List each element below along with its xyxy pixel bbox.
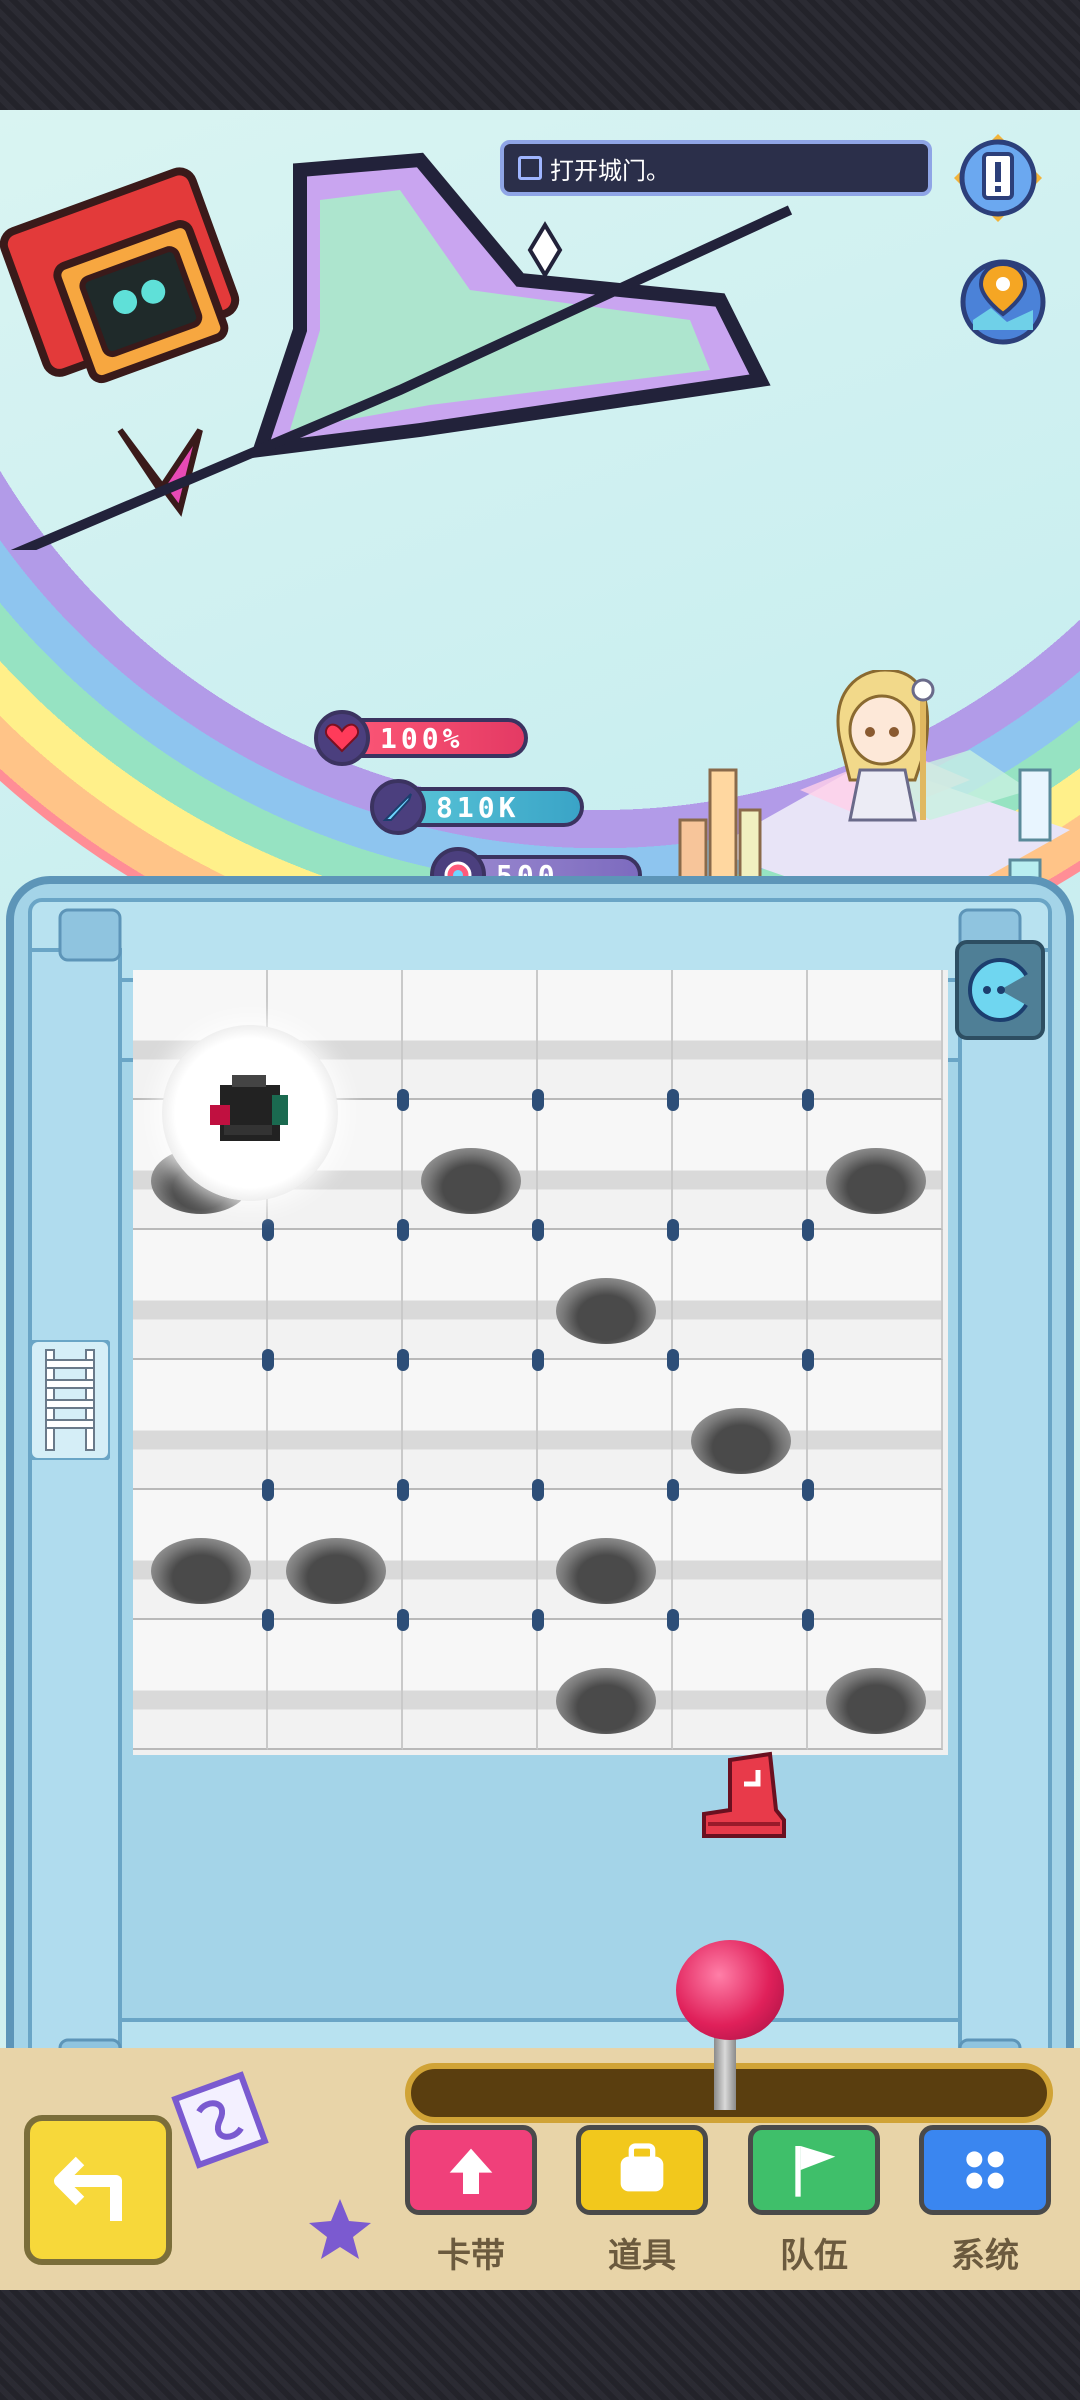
grid-marker <box>397 1349 409 1371</box>
menu-button-1[interactable] <box>576 2125 708 2215</box>
joystick-knob[interactable] <box>676 1940 784 2040</box>
chat-icon[interactable] <box>955 940 1045 1040</box>
grid-marker <box>532 1349 544 1371</box>
pit-hole <box>556 1278 656 1344</box>
pit-hole <box>556 1538 656 1604</box>
board-tile[interactable] <box>673 1100 808 1230</box>
menu-button-2[interactable] <box>748 2125 880 2215</box>
sword-icon <box>370 779 426 835</box>
navigation-bar <box>0 2290 1080 2400</box>
board-tile[interactable] <box>268 1230 403 1360</box>
board-tile[interactable] <box>673 1620 808 1750</box>
board-tile[interactable] <box>403 1490 538 1620</box>
menu-button-0[interactable] <box>405 2125 537 2215</box>
quest-text: 打开城门。 <box>550 156 670 185</box>
player-glitch-icon <box>210 1075 288 1141</box>
grid-icon <box>966 2151 1004 2189</box>
grid-marker <box>802 1219 814 1241</box>
grid-marker <box>397 1479 409 1501</box>
quest-banner[interactable]: 打开城门。 <box>500 140 932 196</box>
grid-marker <box>667 1479 679 1501</box>
hp-bar: 100% <box>314 710 528 766</box>
bag-icon <box>620 2143 664 2192</box>
ladder-icon[interactable] <box>30 1340 110 1460</box>
grid-marker <box>667 1609 679 1631</box>
heart-icon <box>314 710 370 766</box>
boot-icon[interactable] <box>700 1750 790 1840</box>
grid-marker <box>532 1479 544 1501</box>
board-tile[interactable] <box>808 1230 943 1360</box>
grid-marker <box>532 1219 544 1241</box>
quest-checkbox <box>518 156 542 180</box>
board-tile[interactable] <box>538 970 673 1100</box>
board-tile[interactable] <box>403 1360 538 1490</box>
grid-marker <box>667 1349 679 1371</box>
hp-value: 100% <box>380 721 464 755</box>
menu-button-3[interactable] <box>919 2125 1051 2215</box>
grid-marker <box>667 1089 679 1111</box>
board-tile[interactable] <box>673 1490 808 1620</box>
grid-marker <box>397 1219 409 1241</box>
pit-hole <box>826 1148 926 1214</box>
flag-icon <box>795 2146 836 2197</box>
board-tile[interactable] <box>538 1360 673 1490</box>
heroine-character <box>836 670 935 822</box>
attack-value: 810K <box>436 790 520 824</box>
grid-marker <box>667 1219 679 1241</box>
grid-marker <box>262 1349 274 1371</box>
back-arrow-icon <box>54 2156 122 2221</box>
grid-marker <box>262 1219 274 1241</box>
player-token[interactable] <box>162 1025 338 1201</box>
board-tile[interactable] <box>808 970 943 1100</box>
board-tile[interactable] <box>403 970 538 1100</box>
board-tile[interactable] <box>133 1620 268 1750</box>
grid-marker <box>397 1609 409 1631</box>
grid-marker <box>802 1349 814 1371</box>
board-tile[interactable] <box>403 1620 538 1750</box>
board-tile[interactable] <box>268 1620 403 1750</box>
pit-hole <box>286 1538 386 1604</box>
grid-marker <box>802 1479 814 1501</box>
pit-hole <box>826 1668 926 1734</box>
star-icon[interactable] <box>305 2195 375 2265</box>
board-tile[interactable] <box>808 1490 943 1620</box>
grid-marker <box>397 1089 409 1111</box>
board-tile[interactable] <box>403 1230 538 1360</box>
grid-marker <box>802 1089 814 1111</box>
grid-marker <box>532 1089 544 1111</box>
board-tile[interactable] <box>133 1360 268 1490</box>
menu-label: 道具 <box>608 2236 676 2276</box>
back-button[interactable] <box>24 2115 172 2265</box>
menu-label: 队伍 <box>780 2236 848 2276</box>
board-tile[interactable] <box>808 1360 943 1490</box>
grid-marker <box>262 1609 274 1631</box>
tape-card-icon[interactable] <box>165 2065 275 2175</box>
alert-icon[interactable] <box>950 130 1046 226</box>
pit-hole <box>421 1148 521 1214</box>
pit-hole <box>691 1408 791 1474</box>
status-bar <box>0 0 1080 110</box>
map-pin-icon[interactable] <box>955 250 1051 346</box>
arrow-up-icon <box>449 2148 493 2194</box>
pit-hole <box>151 1538 251 1604</box>
attack-bar: 810K <box>370 779 584 835</box>
grid-marker <box>262 1479 274 1501</box>
grid-marker <box>532 1609 544 1631</box>
board-tile[interactable] <box>268 1360 403 1490</box>
menu-label: 卡带 <box>437 2236 505 2276</box>
board-tile[interactable] <box>673 1230 808 1360</box>
pit-hole <box>556 1668 656 1734</box>
board-tile[interactable] <box>673 970 808 1100</box>
board-tile[interactable] <box>538 1100 673 1230</box>
board-tile[interactable] <box>133 1230 268 1360</box>
grid-marker <box>802 1609 814 1631</box>
menu-label: 系统 <box>951 2236 1019 2276</box>
